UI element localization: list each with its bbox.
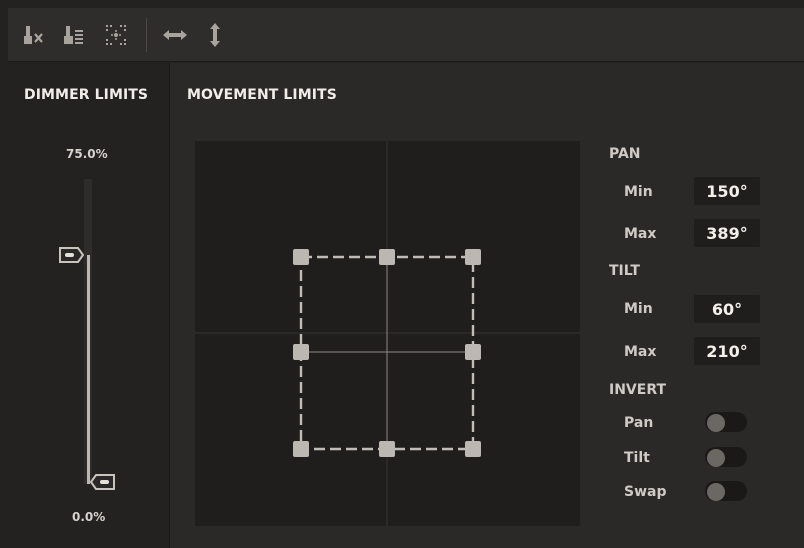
toggle-knob: [707, 483, 725, 501]
tilt-min-field[interactable]: 60°: [694, 295, 760, 323]
dimmer-dots-icon: [64, 25, 83, 44]
toolbar: [8, 8, 804, 62]
pan-min-field[interactable]: 150°: [694, 177, 760, 205]
dimmer-off-button[interactable]: [20, 19, 52, 51]
vertical-flip-icon: [210, 22, 220, 47]
dimmer-range-fill: [87, 255, 90, 484]
pan-max-label: Max: [624, 226, 657, 242]
corner-handle-top-left[interactable]: [293, 249, 309, 265]
toggle-knob: [707, 449, 725, 467]
invert-pan-label: Pan: [624, 415, 654, 431]
tilt-max-field[interactable]: 210°: [694, 337, 760, 365]
corner-handle-bottom-right[interactable]: [465, 441, 481, 457]
edge-handle-left[interactable]: [293, 344, 309, 360]
corner-handle-top-right[interactable]: [465, 249, 481, 265]
dimmer-limits-title: DIMMER LIMITS: [24, 87, 149, 103]
tilt-section-label: TILT: [609, 263, 640, 279]
movement-pad-canvas: [195, 141, 580, 526]
invert-swap-toggle[interactable]: [705, 481, 747, 501]
pan-min-label: Min: [624, 184, 653, 200]
edge-handle-right[interactable]: [465, 344, 481, 360]
movement-xy-pad[interactable]: [195, 141, 580, 526]
invert-tilt-toggle[interactable]: [705, 447, 747, 467]
toggle-knob: [707, 414, 725, 432]
tilt-min-label: Min: [624, 301, 653, 317]
pan-max-field[interactable]: 389°: [694, 219, 760, 247]
focus-center-icon: [106, 24, 126, 45]
slider-handle-icon: [59, 247, 85, 264]
tilt-max-label: Max: [624, 344, 657, 360]
dimmer-off-icon: [24, 25, 43, 44]
edge-handle-top[interactable]: [379, 249, 395, 265]
invert-pan-toggle[interactable]: [705, 412, 747, 432]
horizontal-flip-button[interactable]: [159, 19, 191, 51]
focus-center-button[interactable]: [100, 19, 132, 51]
dimmer-dots-button[interactable]: [60, 19, 92, 51]
movement-limits-title: MOVEMENT LIMITS: [187, 87, 337, 103]
toolbar-separator: [146, 17, 147, 52]
pan-section-label: PAN: [609, 146, 641, 162]
dimmer-max-handle[interactable]: [58, 246, 85, 264]
fixture-limits-window: DIMMER LIMITS 75.0% 0.0% MOVEMENT LIMITS: [0, 0, 804, 548]
invert-tilt-label: Tilt: [624, 450, 650, 466]
dimmer-min-label: 0.0%: [72, 510, 106, 524]
dimmer-min-handle[interactable]: [89, 473, 116, 491]
movement-limits-panel: MOVEMENT LIMITS PAN Min 150° Max 389° TI…: [170, 63, 804, 548]
dimmer-limits-panel: DIMMER LIMITS 75.0% 0.0%: [8, 63, 170, 548]
corner-handle-bottom-left[interactable]: [293, 441, 309, 457]
invert-swap-label: Swap: [624, 484, 667, 500]
invert-section-label: INVERT: [609, 382, 667, 398]
edge-handle-bottom[interactable]: [379, 441, 395, 457]
slider-handle-icon: [89, 474, 115, 490]
dimmer-max-label: 75.0%: [66, 147, 108, 161]
horizontal-flip-icon: [163, 29, 187, 40]
vertical-flip-button[interactable]: [199, 19, 231, 51]
